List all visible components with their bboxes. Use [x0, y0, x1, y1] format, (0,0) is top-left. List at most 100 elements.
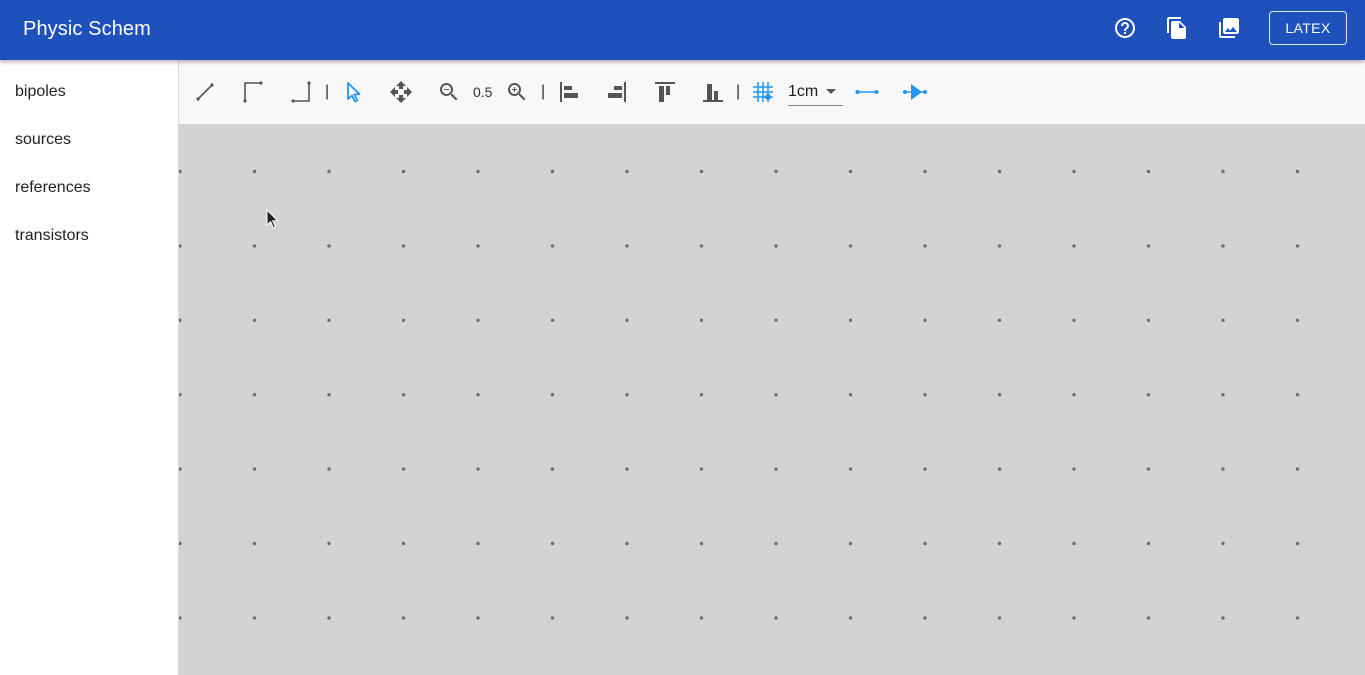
component-arrow-icon[interactable]	[903, 80, 927, 104]
grid-snap-icon[interactable]	[751, 80, 775, 104]
grid-dot	[1221, 616, 1225, 620]
grid-dot	[923, 467, 927, 471]
grid-dot	[848, 169, 853, 174]
grid-dot	[401, 244, 406, 248]
grid-dot	[401, 616, 406, 620]
grid-dot	[699, 541, 704, 546]
grid-size-select[interactable]: 1cm	[788, 78, 843, 106]
grid-dot	[923, 616, 927, 620]
grid-dot	[1221, 169, 1225, 174]
grid-dot	[476, 169, 480, 174]
move-arrows-icon[interactable]	[389, 80, 413, 104]
grid-dot	[1146, 169, 1151, 174]
grid-dot	[327, 318, 331, 322]
grid-dot	[179, 393, 182, 397]
sidebar-item-sources[interactable]: sources	[15, 130, 71, 150]
grid-dot	[252, 393, 257, 397]
copy-document-icon[interactable]	[1165, 16, 1189, 40]
corner-wire-down-icon[interactable]	[289, 80, 313, 104]
grid-dot	[1146, 244, 1151, 248]
grid-dot	[476, 541, 480, 546]
grid-dot	[1295, 393, 1300, 397]
grid-dot	[848, 541, 853, 546]
grid-dot	[1221, 467, 1225, 471]
grid-dot	[1072, 467, 1076, 471]
latex-button[interactable]: LATEX	[1269, 11, 1347, 45]
grid-dot	[848, 467, 853, 471]
grid-dot	[997, 616, 1002, 620]
line-tool-icon[interactable]	[193, 80, 217, 104]
grid-dot	[1295, 541, 1300, 546]
grid-dot	[774, 169, 778, 174]
grid-dot	[848, 318, 853, 322]
help-circle-icon[interactable]	[1113, 16, 1137, 40]
grid-dot	[179, 318, 182, 322]
grid-dot	[401, 318, 406, 322]
align-bottom-icon[interactable]	[701, 80, 725, 104]
sidebar-item-references[interactable]: references	[15, 178, 91, 198]
grid-dot	[1072, 393, 1076, 397]
grid-dot	[923, 541, 927, 546]
grid-dot	[476, 616, 480, 620]
grid-dot	[1072, 244, 1076, 248]
grid-dot	[923, 244, 927, 248]
align-left-icon[interactable]	[557, 80, 581, 104]
corner-wire-up-icon[interactable]	[241, 80, 265, 104]
grid-dot	[179, 541, 182, 546]
grid-dot	[1072, 318, 1076, 322]
grid-dot	[1072, 541, 1076, 546]
grid-dot	[476, 244, 480, 248]
zoom-in-icon[interactable]	[505, 80, 529, 104]
toolbar: | 0.5 | | 1cm	[179, 60, 1365, 124]
grid-dot	[1295, 169, 1300, 174]
grid-dot	[1295, 244, 1300, 248]
grid-dot	[774, 616, 778, 620]
sidebar-item-transistors[interactable]: transistors	[15, 226, 89, 246]
grid-dot	[848, 244, 853, 248]
grid-dot	[625, 541, 629, 546]
grid-dot	[625, 393, 629, 397]
grid-dot	[997, 541, 1002, 546]
grid-dot	[550, 244, 555, 248]
wire-node-icon[interactable]	[855, 80, 879, 104]
grid-dot	[923, 393, 927, 397]
grid-dot	[848, 616, 853, 620]
grid-dot	[550, 169, 555, 174]
grid-dot	[625, 616, 629, 620]
app-bar: Physic Schem LATEX	[0, 0, 1365, 60]
grid-dot	[327, 244, 331, 248]
grid-dot	[774, 318, 778, 322]
schematic-canvas[interactable]	[179, 124, 1365, 675]
grid-dot	[699, 393, 704, 397]
grid-dot	[1221, 318, 1225, 322]
sidebar-item-bipoles[interactable]: bipoles	[15, 82, 66, 102]
grid-dot	[179, 467, 182, 471]
select-pointer-icon[interactable]	[341, 80, 365, 104]
grid-dot	[1146, 541, 1151, 546]
mouse-cursor-icon	[266, 209, 279, 229]
grid-dot	[1295, 616, 1300, 620]
component-sidebar: bipoles sources references transistors	[0, 60, 179, 675]
image-gallery-icon[interactable]	[1217, 16, 1241, 40]
grid-dot	[1146, 393, 1151, 397]
grid-dot	[997, 169, 1002, 174]
grid-dot	[179, 244, 182, 248]
grid-dot	[1146, 616, 1151, 620]
align-top-icon[interactable]	[653, 80, 677, 104]
grid-dot	[476, 393, 480, 397]
grid-dot	[1221, 244, 1225, 248]
grid-dot	[252, 318, 257, 322]
grid-size-value: 1cm	[788, 83, 819, 100]
grid-dot	[997, 318, 1002, 322]
grid-dot	[550, 541, 555, 546]
grid-dot	[327, 169, 331, 174]
align-right-icon[interactable]	[605, 80, 629, 104]
grid-dot	[1221, 393, 1225, 397]
grid-dot	[774, 393, 778, 397]
grid-dot	[774, 244, 778, 248]
zoom-level: 0.5	[473, 84, 493, 100]
grid-dot	[699, 244, 704, 248]
grid-dot	[997, 467, 1002, 471]
chevron-down-icon	[826, 89, 836, 94]
zoom-out-icon[interactable]	[437, 80, 461, 104]
